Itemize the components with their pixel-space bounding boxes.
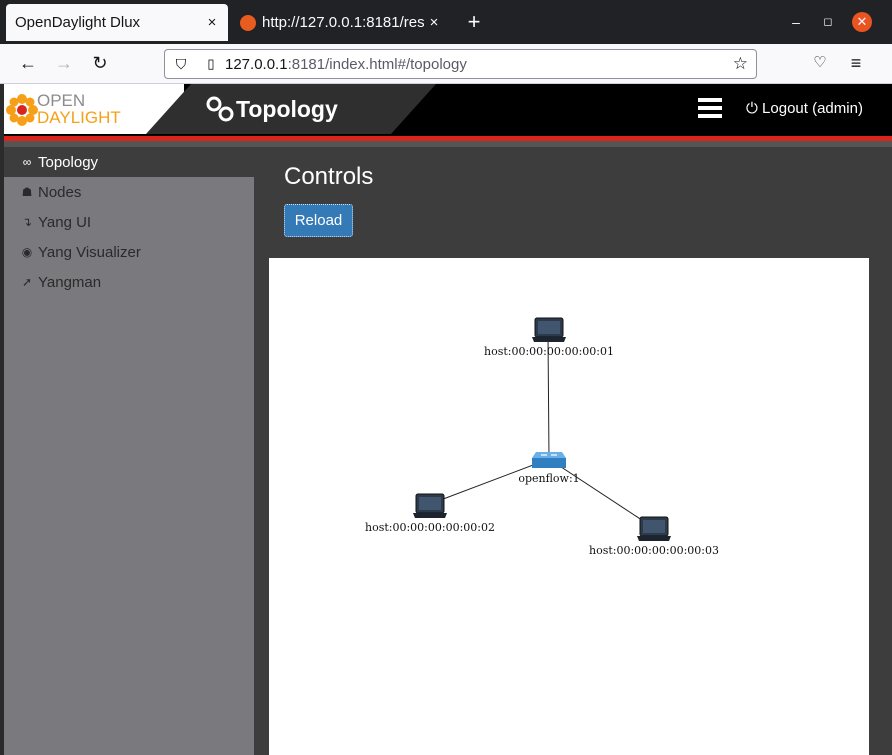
minimize-icon[interactable]: – <box>786 12 806 32</box>
back-icon[interactable]: ← <box>17 53 39 74</box>
sidebar-item-label: Nodes <box>38 183 82 201</box>
link-icon: ∞ <box>22 155 32 169</box>
tab-close-icon[interactable]: × <box>424 14 444 31</box>
sidebar-item-yang-ui[interactable]: ↴ Yang UI <box>4 207 254 237</box>
logout-button[interactable]: ⏻ Logout (admin) <box>746 100 863 117</box>
power-icon: ⏻ <box>746 100 758 117</box>
main-content: Controls Reload host:00:00:00:00:00:01 o… <box>254 147 892 755</box>
browser-nav-bar: ← → ↻ ⛉ ▯ 127.0.0.1:8181/index.html#/top… <box>0 44 892 84</box>
laptop-icon <box>412 493 448 519</box>
controls-heading: Controls <box>284 163 374 190</box>
reload-button[interactable]: Reload <box>284 204 353 237</box>
tab-restconf[interactable]: http://127.0.0.1:8181/res × <box>232 4 450 41</box>
shield-icon[interactable]: ⛉ <box>165 56 197 73</box>
app-header: OPEN DAYLIGHT Topology ⏻ Logout (admin) <box>4 84 892 136</box>
menu-icon[interactable]: ≡ <box>845 53 867 74</box>
tab-title: OpenDaylight Dlux <box>15 14 141 31</box>
topology-link-icon <box>206 96 234 122</box>
node-host-02[interactable]: host:00:00:00:00:00:02 <box>365 493 495 534</box>
forward-icon[interactable]: → <box>53 53 75 74</box>
node-host-03[interactable]: host:00:00:00:00:00:03 <box>589 516 719 557</box>
url-path: :8181/index.html#/topology <box>287 55 467 73</box>
tab-title: http://127.0.0.1:8181/res <box>262 14 424 31</box>
sidebar: ∞ Topology ☗ Nodes ↴ Yang UI ◉ Yang Visu… <box>4 147 254 755</box>
page-title: Topology <box>236 96 338 122</box>
sidebar-item-label: Yangman <box>38 273 102 291</box>
tab-opendaylight[interactable]: OpenDaylight Dlux × <box>6 4 228 41</box>
new-tab-button[interactable]: + <box>462 9 486 35</box>
sidebar-item-label: Yang Visualizer <box>38 243 141 261</box>
favicon-icon <box>240 14 256 31</box>
node-switch-openflow-1[interactable]: openflow:1 <box>518 451 580 485</box>
node-label: host:00:00:00:00:00:01 <box>484 345 614 358</box>
rocket-icon: ➚ <box>21 275 33 289</box>
logo-text-open: OPEN <box>37 91 86 110</box>
sidebar-item-topology[interactable]: ∞ Topology <box>4 147 254 177</box>
logo-flower-icon <box>6 94 38 126</box>
node-label: host:00:00:00:00:00:02 <box>365 521 495 534</box>
page-icon: ▯ <box>207 56 215 71</box>
tab-close-icon[interactable]: × <box>202 14 222 31</box>
url-bar[interactable]: ⛉ ▯ 127.0.0.1:8181/index.html#/topology … <box>164 49 757 79</box>
eye-icon: ◉ <box>21 245 33 259</box>
browser-tab-bar: OpenDaylight Dlux × http://127.0.0.1:818… <box>0 0 892 44</box>
sidebar-item-yangman[interactable]: ➚ Yangman <box>4 267 254 297</box>
link-switch-host-03 <box>548 458 655 529</box>
sitemap-icon: ☗ <box>21 185 33 199</box>
reload-page-icon[interactable]: ↻ <box>89 53 111 74</box>
switch-icon <box>531 451 567 469</box>
node-host-01[interactable]: host:00:00:00:00:00:01 <box>484 317 614 358</box>
level-down-icon: ↴ <box>21 215 33 229</box>
sidebar-item-nodes[interactable]: ☗ Nodes <box>4 177 254 207</box>
topology-graph[interactable]: host:00:00:00:00:00:01 openflow:1 host:0… <box>269 258 869 755</box>
bookmark-star-icon[interactable]: ☆ <box>733 54 748 74</box>
laptop-icon <box>531 317 567 343</box>
node-label: host:00:00:00:00:00:03 <box>589 544 719 557</box>
maximize-icon[interactable]: ◻ <box>818 12 838 32</box>
pocket-icon[interactable]: ♡ <box>809 53 831 71</box>
topology-canvas[interactable]: host:00:00:00:00:00:01 openflow:1 host:0… <box>269 258 869 755</box>
logout-label: Logout (admin) <box>762 100 863 117</box>
sidebar-item-label: Topology <box>38 153 99 171</box>
topology-links <box>429 334 655 529</box>
hamburger-menu-icon[interactable] <box>698 98 722 118</box>
node-label: openflow:1 <box>518 472 579 485</box>
laptop-icon <box>636 516 672 542</box>
url-host: 127.0.0.1 <box>225 55 288 73</box>
sidebar-item-label: Yang UI <box>38 213 92 231</box>
logo-text-daylight: DAYLIGHT <box>37 108 121 127</box>
sidebar-item-yang-visualizer[interactable]: ◉ Yang Visualizer <box>4 237 254 267</box>
window-close-icon[interactable]: ✕ <box>852 12 872 32</box>
